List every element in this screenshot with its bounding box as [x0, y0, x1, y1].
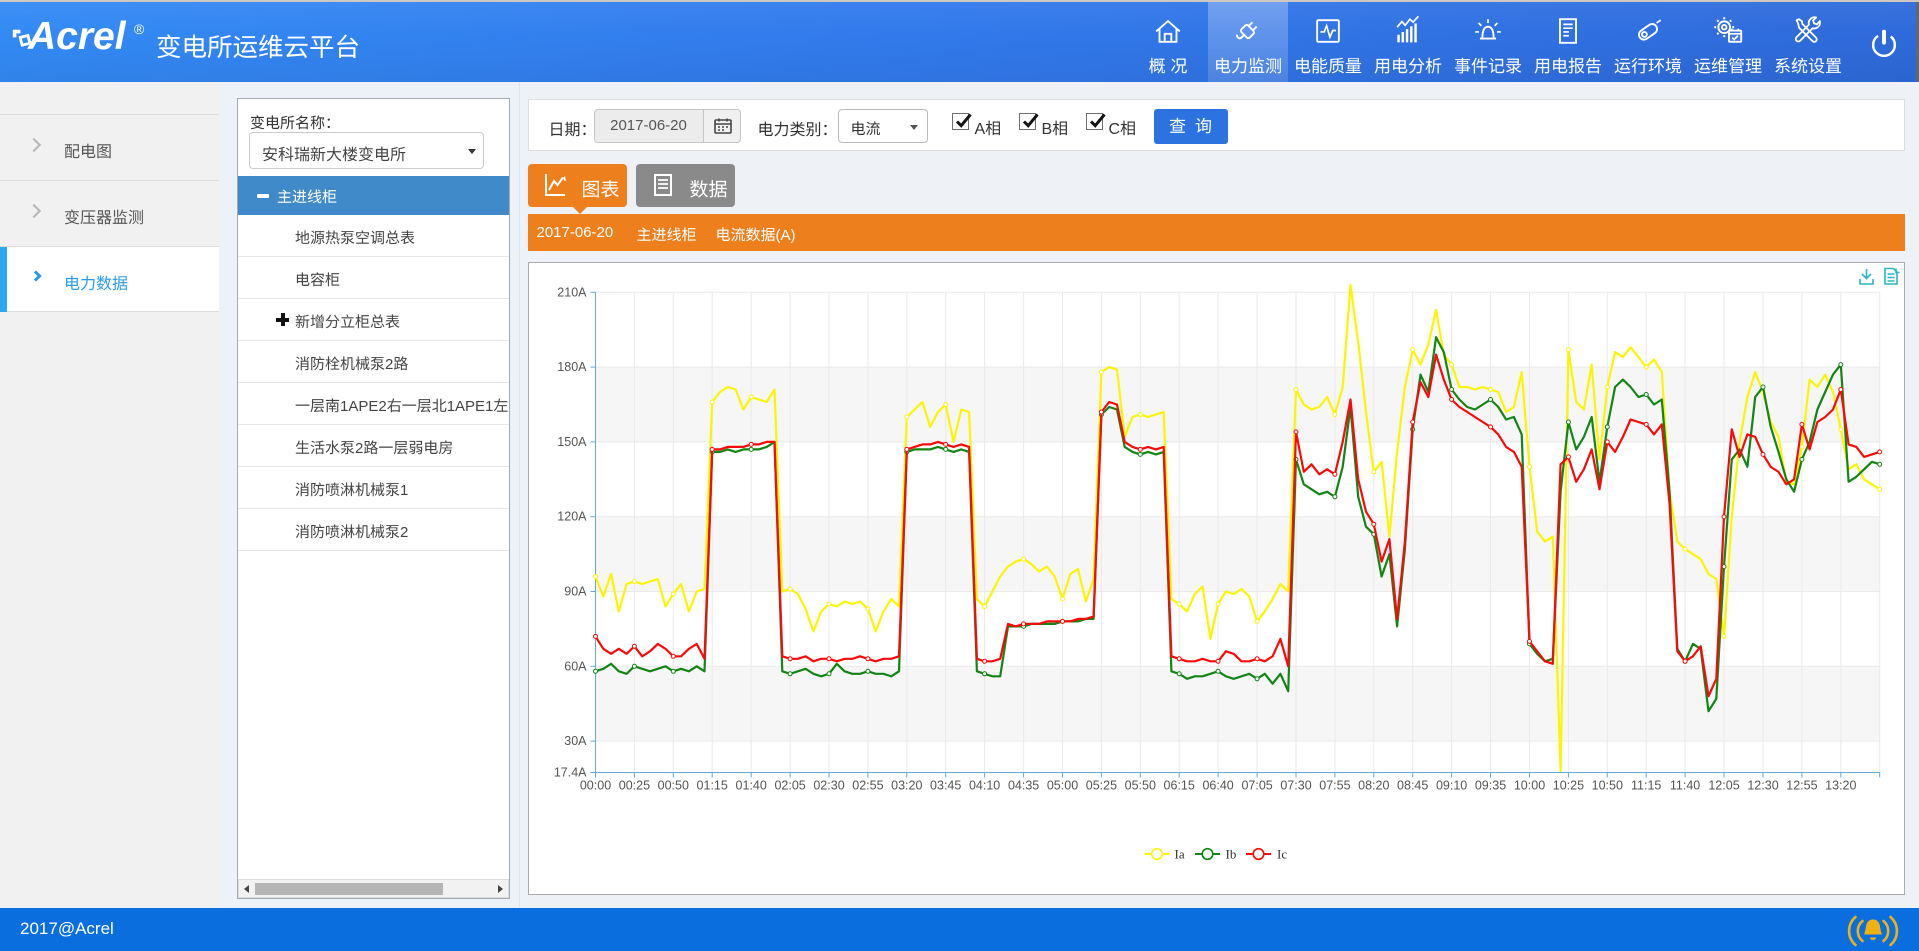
svg-text:02:05: 02:05 [774, 779, 805, 793]
svg-text:05:25: 05:25 [1085, 779, 1116, 793]
svg-text:12:30: 12:30 [1747, 779, 1778, 793]
svg-text:06:15: 06:15 [1163, 779, 1194, 793]
svg-text:60A: 60A [564, 659, 587, 673]
svg-text:07:30: 07:30 [1280, 779, 1311, 793]
svg-text:10:50: 10:50 [1591, 779, 1622, 793]
svg-text:150A: 150A [557, 435, 587, 449]
svg-text:09:35: 09:35 [1474, 779, 1505, 793]
svg-text:17.4A: 17.4A [553, 766, 586, 780]
svg-text:03:45: 03:45 [930, 779, 961, 793]
svg-text:180A: 180A [557, 360, 587, 374]
svg-text:01:40: 01:40 [735, 779, 766, 793]
svg-text:00:25: 00:25 [618, 779, 649, 793]
svg-text:07:55: 07:55 [1319, 779, 1350, 793]
svg-text:30A: 30A [564, 734, 587, 748]
svg-text:02:55: 02:55 [852, 779, 883, 793]
svg-text:02:30: 02:30 [813, 779, 844, 793]
svg-text:10:00: 10:00 [1513, 779, 1544, 793]
svg-text:120A: 120A [557, 510, 587, 524]
svg-text:Ib: Ib [1225, 847, 1236, 862]
svg-text:09:10: 09:10 [1435, 779, 1466, 793]
svg-text:Ic: Ic [1277, 847, 1287, 862]
svg-text:08:45: 08:45 [1397, 779, 1428, 793]
svg-text:210A: 210A [557, 285, 587, 299]
svg-text:90A: 90A [564, 585, 587, 599]
svg-text:05:00: 05:00 [1046, 779, 1077, 793]
svg-text:00:50: 00:50 [657, 779, 688, 793]
svg-text:06:40: 06:40 [1202, 779, 1233, 793]
svg-text:04:35: 04:35 [1007, 779, 1038, 793]
svg-text:03:20: 03:20 [891, 779, 922, 793]
svg-text:11:15: 11:15 [1631, 779, 1661, 793]
svg-text:11:40: 11:40 [1669, 779, 1699, 793]
svg-text:13:20: 13:20 [1825, 779, 1856, 793]
svg-text:01:15: 01:15 [696, 779, 727, 793]
svg-text:07:05: 07:05 [1241, 779, 1272, 793]
svg-text:10:25: 10:25 [1552, 779, 1583, 793]
svg-text:12:05: 12:05 [1708, 779, 1739, 793]
svg-text:00:00: 00:00 [579, 779, 610, 793]
svg-text:12:55: 12:55 [1786, 779, 1817, 793]
svg-text:04:10: 04:10 [968, 779, 999, 793]
svg-text:05:50: 05:50 [1124, 779, 1155, 793]
svg-text:08:20: 08:20 [1358, 779, 1389, 793]
svg-text:Ia: Ia [1174, 847, 1184, 862]
